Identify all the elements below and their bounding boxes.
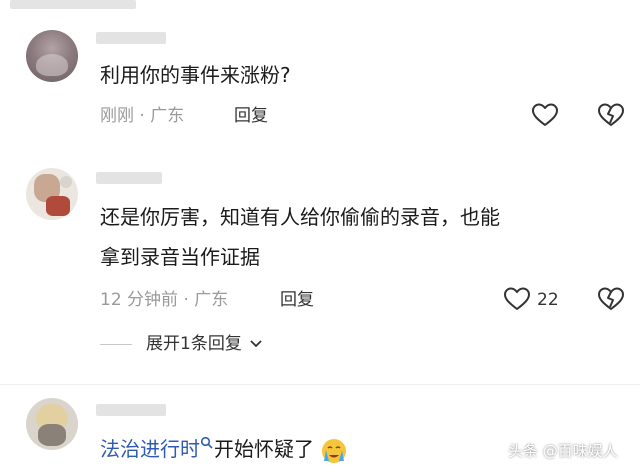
username-blurred[interactable] — [96, 32, 166, 44]
crying-emoji-icon — [322, 438, 347, 463]
comment-text: 开始怀疑了 — [214, 437, 314, 461]
comment-content: 法治进行时 开始怀疑了 — [100, 432, 348, 466]
comment-time: 12 分钟前 — [100, 290, 179, 310]
chevron-down-icon — [250, 340, 262, 348]
reply-button[interactable]: 回复 — [280, 288, 314, 312]
comment-text-line1: 还是你厉害，知道有人给你偷偷的录音，也能 — [100, 205, 500, 229]
avatar[interactable] — [26, 398, 78, 450]
avatar[interactable] — [26, 30, 78, 82]
broken-heart-icon[interactable] — [597, 286, 625, 312]
username-blurred[interactable] — [96, 404, 166, 416]
comment-location: 广东 — [150, 106, 185, 126]
comment-text-line2: 拿到录音当作证据 — [100, 245, 260, 269]
username-blurred[interactable] — [96, 172, 162, 184]
heart-icon[interactable] — [503, 286, 531, 312]
meta-separator: · — [183, 290, 189, 310]
search-icon — [200, 436, 213, 449]
topic-text: 法治进行时 — [100, 437, 200, 461]
comment-text: 利用你的事件来涨粉? — [100, 63, 291, 87]
comment-time: 刚刚 — [100, 106, 134, 126]
topic-link[interactable]: 法治进行时 — [100, 436, 214, 461]
reply-button[interactable]: 回复 — [234, 104, 268, 128]
heart-icon[interactable] — [531, 102, 559, 128]
meta-separator: · — [139, 106, 145, 126]
expand-divider-line — [100, 344, 132, 345]
expand-replies-button[interactable]: 展开1条回复 — [146, 332, 263, 356]
blurred-header — [10, 0, 136, 9]
expand-replies-label: 展开1条回复 — [146, 334, 242, 354]
broken-heart-icon[interactable] — [597, 102, 625, 128]
comment-meta: 刚刚 · 广东 — [100, 104, 184, 128]
avatar[interactable] — [26, 168, 78, 220]
comment-meta: 12 分钟前 · 广东 — [100, 288, 228, 312]
watermark: 头条 @百味娱人 — [508, 442, 618, 460]
comment-location: 广东 — [194, 290, 229, 310]
like-count: 22 — [537, 290, 559, 310]
section-divider — [0, 384, 640, 385]
